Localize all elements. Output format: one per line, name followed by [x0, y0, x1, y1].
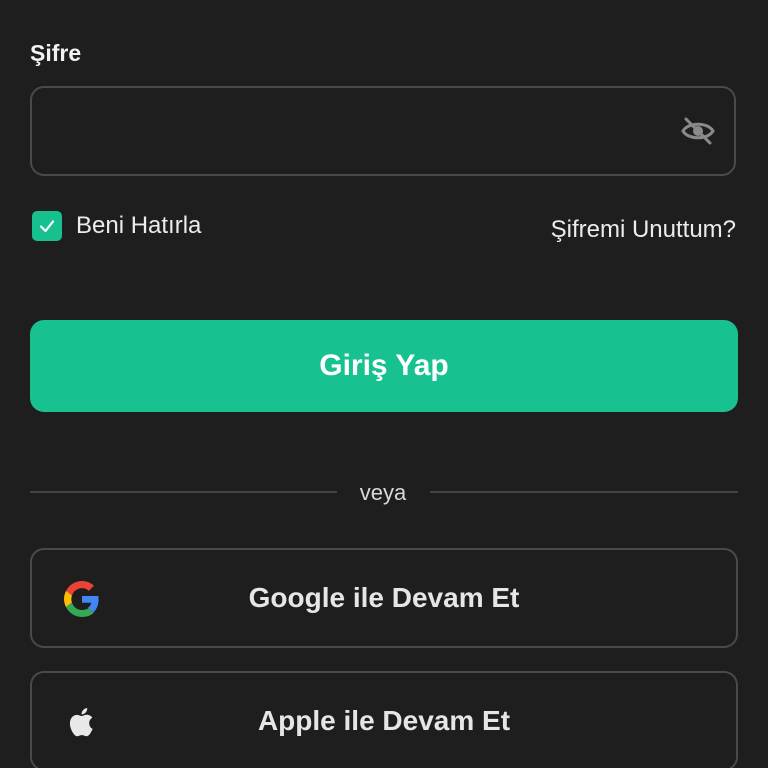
- eye-off-icon[interactable]: [680, 115, 716, 147]
- password-label: Şifre: [30, 40, 82, 66]
- forgot-password-link[interactable]: Şifremi Unuttum?: [551, 216, 736, 244]
- apple-signin-button[interactable]: Apple ile Devam Et: [30, 671, 738, 768]
- divider-label: veya: [359, 480, 407, 505]
- checkbox-checked-icon[interactable]: [32, 211, 62, 241]
- divider-line-left: [30, 491, 337, 493]
- login-form: Şifre Beni Hatırla Şifremi Unuttum? Giri…: [0, 0, 768, 768]
- google-signin-button[interactable]: Google ile Devam Et: [30, 548, 738, 648]
- password-field[interactable]: [30, 86, 736, 176]
- password-input[interactable]: [50, 88, 674, 176]
- apple-signin-label: Apple ile Devam Et: [257, 705, 511, 736]
- apple-icon: [64, 704, 100, 740]
- login-button[interactable]: Giriş Yap: [30, 320, 738, 412]
- google-icon: [64, 581, 100, 617]
- remember-me-checkbox[interactable]: Beni Hatırla: [32, 211, 201, 241]
- divider-line-right: [430, 491, 738, 493]
- remember-me-label: Beni Hatırla: [76, 212, 202, 239]
- google-signin-label: Google ile Devam Et: [248, 582, 520, 613]
